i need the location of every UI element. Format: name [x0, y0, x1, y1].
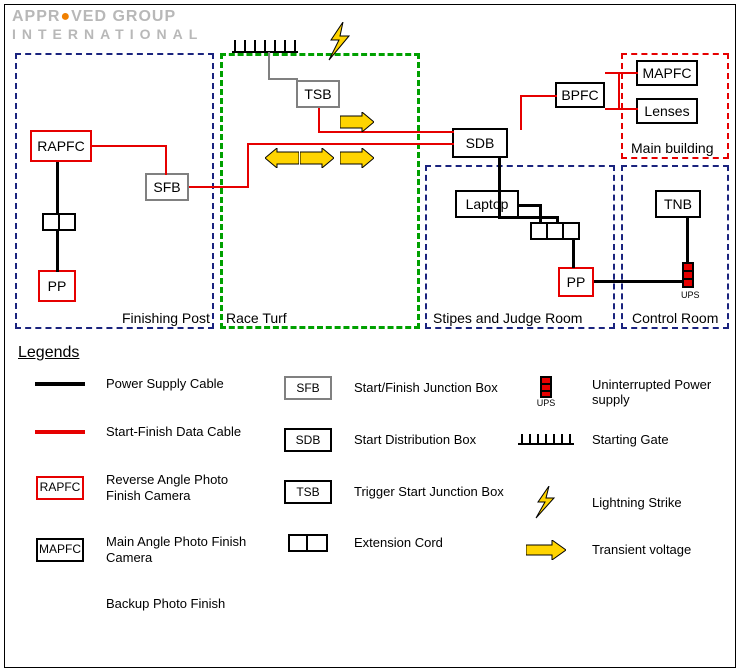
- node-tnb: TNB: [655, 190, 701, 218]
- transient-arrow-icon: [300, 148, 334, 168]
- leg-data-cable: Start-Finish Data Cable: [30, 424, 256, 440]
- leg-gate: Starting Gate: [516, 432, 740, 448]
- starting-gate-icon: [232, 38, 298, 56]
- ext-cord-left-b: [58, 213, 76, 231]
- ups-label: UPS: [681, 290, 700, 300]
- leg-transient: Transient voltage: [516, 540, 740, 560]
- leg-sdb: SDB Start Distribution Box: [278, 428, 504, 452]
- node-pp-right: PP: [558, 267, 594, 297]
- node-mapfc: MAPFC: [636, 60, 698, 86]
- node-rapfc: RAPFC: [30, 130, 92, 162]
- leg-sfb: SFB Start/Finish Junction Box: [278, 376, 504, 400]
- leg-mapfc: MAPFC Main Angle Photo Finish Camera: [30, 534, 256, 565]
- zone-stipes: [425, 165, 615, 329]
- leg-rapfc: RAPFC Reverse Angle Photo Finish Camera: [30, 472, 256, 503]
- node-sdb: SDB: [452, 128, 508, 158]
- leg-power-cable: Power Supply Cable: [30, 376, 256, 392]
- node-pp-left: PP: [38, 270, 76, 302]
- leg-tsb: TSB Trigger Start Junction Box: [278, 480, 504, 504]
- transient-arrow-icon: [340, 112, 374, 132]
- logo: APPR●VED GROUP INTERNATIONAL: [12, 8, 203, 42]
- leg-lightning: Lightning Strike: [516, 486, 740, 520]
- zone-label-main-building: Main building: [631, 140, 714, 156]
- node-tsb: TSB: [296, 80, 340, 108]
- leg-ext: Extension Cord: [278, 534, 504, 552]
- leg-bpfc: Backup Photo Finish: [30, 596, 256, 612]
- zone-label-race-turf: Race Turf: [226, 310, 287, 326]
- legends-title: Legends: [18, 344, 79, 362]
- transient-arrow-icon: [340, 148, 374, 168]
- ext-cord-right-c: [562, 222, 580, 240]
- zone-label-control-room: Control Room: [632, 310, 718, 326]
- node-sfb: SFB: [145, 173, 189, 201]
- node-bpfc: BPFC: [555, 82, 605, 108]
- node-lenses: Lenses: [636, 98, 698, 124]
- leg-ups: UPS Uninterrupted Power supply: [516, 376, 740, 409]
- transient-arrow-icon: [265, 148, 299, 168]
- zone-label-stipes: Stipes and Judge Room: [433, 310, 582, 326]
- lightning-icon: [325, 22, 355, 62]
- zone-label-finishing-post: Finishing Post: [122, 310, 210, 326]
- node-laptop: Laptop: [455, 190, 519, 218]
- ups-icon: [682, 262, 694, 288]
